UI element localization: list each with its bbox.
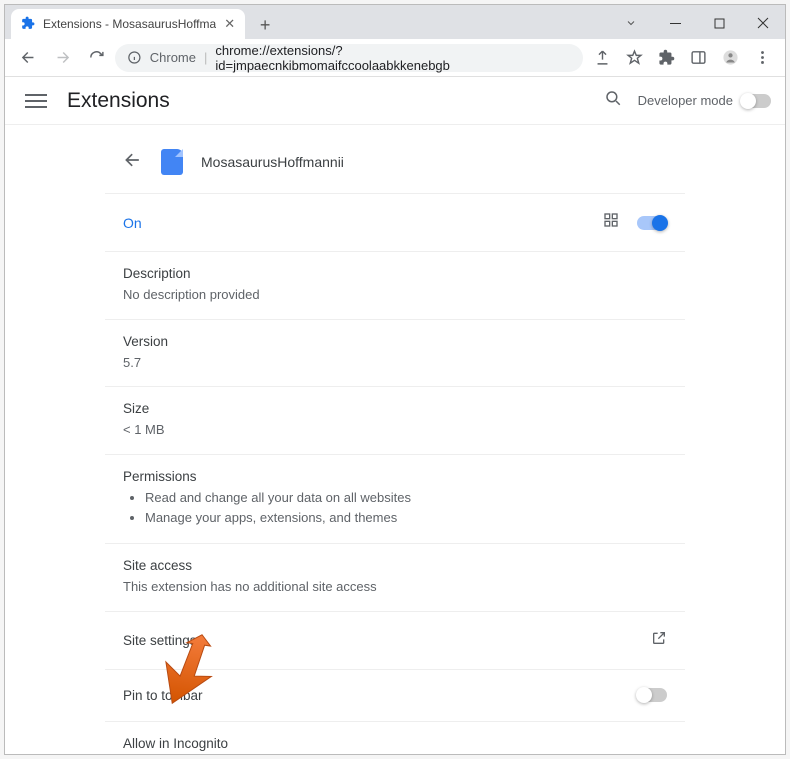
pin-toggle[interactable]: [637, 688, 667, 702]
extensions-icon[interactable]: [651, 43, 681, 73]
bookmark-icon[interactable]: [619, 43, 649, 73]
nav-forward-button[interactable]: [47, 43, 77, 73]
close-tab-icon[interactable]: ✕: [224, 16, 235, 32]
page-content: MosasaurusHoffmannii On Description No d…: [5, 125, 785, 754]
permission-item: Manage your apps, extensions, and themes: [145, 508, 667, 529]
browser-tab[interactable]: Extensions - MosasaurusHoffma ✕: [11, 9, 245, 39]
description-section: Description No description provided: [105, 251, 685, 319]
site-settings-label: Site settings: [123, 633, 197, 648]
url-text: chrome://extensions/?id=jmpaecnkibmomaif…: [215, 43, 571, 73]
pin-label: Pin to toolbar: [123, 688, 203, 703]
tab-title: Extensions - MosasaurusHoffma: [43, 17, 216, 31]
permission-item: Read and change all your data on all web…: [145, 488, 667, 509]
url-scheme-label: Chrome: [150, 50, 196, 65]
profile-icon[interactable]: [715, 43, 745, 73]
back-arrow-icon[interactable]: [123, 150, 143, 175]
sidepanel-icon[interactable]: [683, 43, 713, 73]
enabled-row: On: [105, 193, 685, 251]
tab-strip: Extensions - MosasaurusHoffma ✕ +: [5, 5, 785, 39]
size-section: Size < 1 MB: [105, 386, 685, 454]
url-divider: |: [204, 50, 207, 65]
minimize-button[interactable]: [653, 7, 697, 39]
site-grid-icon[interactable]: [603, 212, 619, 233]
extensions-toolbar: Extensions Developer mode: [5, 77, 785, 125]
permissions-section: Permissions Read and change all your dat…: [105, 454, 685, 544]
size-value: < 1 MB: [123, 420, 667, 440]
page-title: Extensions: [67, 89, 170, 113]
new-tab-button[interactable]: +: [251, 11, 279, 39]
description-label: Description: [123, 266, 667, 281]
nav-back-button[interactable]: [13, 43, 43, 73]
puzzle-icon: [21, 16, 35, 33]
pin-row: Pin to toolbar: [105, 669, 685, 721]
chevron-down-icon[interactable]: [609, 7, 653, 39]
share-icon[interactable]: [587, 43, 617, 73]
address-bar: Chrome | chrome://extensions/?id=jmpaecn…: [5, 39, 785, 77]
menu-icon[interactable]: [747, 43, 777, 73]
site-access-label: Site access: [123, 558, 667, 573]
size-label: Size: [123, 401, 667, 416]
enabled-label: On: [123, 215, 142, 231]
maximize-button[interactable]: [697, 7, 741, 39]
window-controls: [609, 7, 785, 39]
close-window-button[interactable]: [741, 7, 785, 39]
developer-mode-toggle[interactable]: [741, 94, 771, 108]
extension-file-icon: [161, 149, 183, 175]
extension-name: MosasaurusHoffmannii: [201, 154, 344, 170]
incognito-label: Allow in Incognito: [123, 736, 623, 751]
info-icon: [127, 50, 142, 65]
version-label: Version: [123, 334, 667, 349]
enabled-toggle[interactable]: [637, 216, 667, 230]
permissions-label: Permissions: [123, 469, 667, 484]
extension-detail-card: MosasaurusHoffmannii On Description No d…: [105, 139, 685, 754]
description-value: No description provided: [123, 285, 667, 305]
search-icon[interactable]: [604, 89, 622, 112]
hamburger-icon[interactable]: [25, 90, 47, 112]
site-access-section: Site access This extension has no additi…: [105, 543, 685, 611]
incognito-section: Allow in Incognito Warning: Google Chrom…: [105, 721, 685, 754]
browser-window: Extensions - MosasaurusHoffma ✕ + Chrome…: [4, 4, 786, 755]
version-value: 5.7: [123, 353, 667, 373]
version-section: Version 5.7: [105, 319, 685, 387]
reload-button[interactable]: [81, 43, 111, 73]
site-access-value: This extension has no additional site ac…: [123, 577, 667, 597]
omnibox[interactable]: Chrome | chrome://extensions/?id=jmpaecn…: [115, 44, 583, 72]
site-settings-row[interactable]: Site settings: [105, 611, 685, 669]
external-link-icon: [651, 630, 667, 651]
developer-mode-label: Developer mode: [638, 93, 733, 108]
